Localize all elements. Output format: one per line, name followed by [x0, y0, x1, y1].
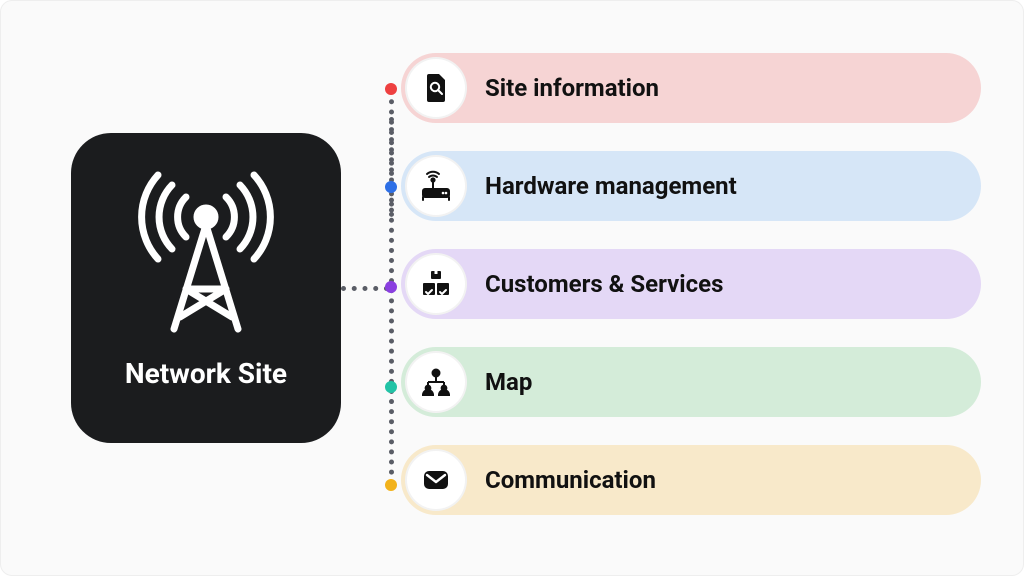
connector-vertical-lower: [389, 117, 394, 485]
category-list: Site information Hardware management: [401, 53, 981, 515]
category-map: Map: [401, 347, 981, 417]
category-hardware-management: Hardware management: [401, 151, 981, 221]
category-label: Hardware management: [485, 172, 737, 200]
category-communication: Communication: [401, 445, 981, 515]
antenna-tower-icon: [126, 169, 286, 339]
network-site-card: Network Site: [71, 133, 341, 443]
diagram-canvas: Network Site Site information: [0, 0, 1024, 576]
packages-icon: [405, 253, 467, 315]
connector-horizontal: [341, 286, 389, 291]
category-customers-services: Customers & Services: [401, 249, 981, 319]
file-search-icon: [405, 57, 467, 119]
category-label: Map: [485, 368, 532, 396]
mail-icon: [405, 449, 467, 511]
category-label: Communication: [485, 466, 656, 494]
nodes-icon: [405, 351, 467, 413]
bullet-cust: [385, 281, 397, 293]
bullet-hw: [385, 181, 397, 193]
bullet-comm: [385, 479, 397, 491]
category-label: Customers & Services: [485, 270, 723, 298]
bullet-info: [385, 83, 397, 95]
bullet-map: [385, 381, 397, 393]
router-icon: [405, 155, 467, 217]
category-label: Site information: [485, 74, 659, 102]
network-site-title: Network Site: [125, 357, 287, 390]
category-site-information: Site information: [401, 53, 981, 123]
